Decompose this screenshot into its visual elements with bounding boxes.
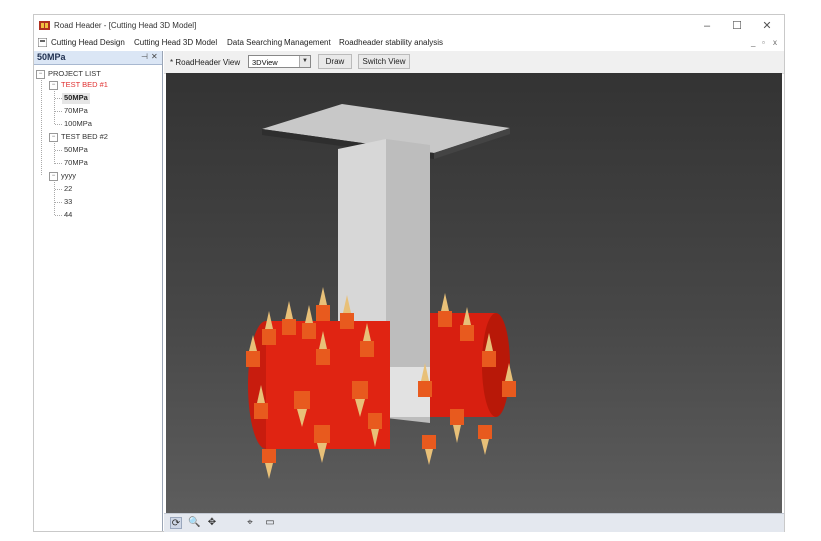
tree-project-test-bed-1[interactable]: − TEST BED #1 xyxy=(49,80,108,91)
mdi-close-button[interactable]: x xyxy=(773,38,777,47)
roadheader-view-label: * RoadHeader View xyxy=(170,58,241,67)
mdi-minimize-button[interactable]: _ xyxy=(751,38,755,47)
panel-header: 50MPa ⊣ ✕ xyxy=(34,51,162,65)
tree-item-70mpa[interactable]: 70MPa xyxy=(64,106,88,117)
view-select[interactable]: 3DView ▼ xyxy=(248,55,311,68)
window-title: Road Header - [Cutting Head 3D Model] xyxy=(54,21,197,30)
project-panel: 50MPa ⊣ ✕ − PROJECT LIST − TEST BED #1 50M… xyxy=(34,51,163,531)
view-tools-bar: ⟳ 🔍 ✥ ⌖ ▭ xyxy=(164,513,784,532)
tree-item-44[interactable]: 44 xyxy=(64,210,72,221)
tree-project-test-bed-2[interactable]: − TEST BED #2 xyxy=(49,132,108,143)
tree-root[interactable]: − PROJECT LIST xyxy=(36,69,101,80)
tree-item-50mpa[interactable]: 50MPa xyxy=(62,93,90,104)
tree-item-22[interactable]: 22 xyxy=(64,184,72,195)
cutting-head-model xyxy=(246,104,516,479)
tree-project-yyyy[interactable]: − yyyy xyxy=(49,171,76,182)
chevron-down-icon[interactable]: ▼ xyxy=(299,56,310,67)
panel-close-button[interactable]: ✕ xyxy=(151,52,158,61)
menu-roadheader-stability[interactable]: Roadheader stability analysis xyxy=(339,38,443,47)
collapse-icon[interactable]: − xyxy=(49,80,58,90)
crosshair-icon[interactable]: ⌖ xyxy=(244,517,256,529)
close-button[interactable]: ✕ xyxy=(754,17,780,35)
tree-item-70mpa[interactable]: 70MPa xyxy=(64,158,88,169)
menu-management[interactable]: Management xyxy=(284,38,331,47)
title-bar: Road Header - [Cutting Head 3D Model] – … xyxy=(34,15,784,37)
view-toolbar: * RoadHeader View 3DView ▼ Draw Switch V… xyxy=(164,51,784,74)
tree-item-100mpa[interactable]: 100MPa xyxy=(64,119,92,130)
menu-cutting-head-3d-model[interactable]: Cutting Head 3D Model xyxy=(134,38,217,47)
collapse-icon[interactable]: − xyxy=(49,132,58,142)
tree-item-33[interactable]: 33 xyxy=(64,197,72,208)
draw-button[interactable]: Draw xyxy=(318,54,352,69)
rotate-icon[interactable]: ⟳ xyxy=(170,517,182,529)
pan-icon[interactable]: ✥ xyxy=(206,517,218,529)
main-window: Road Header - [Cutting Head 3D Model] – … xyxy=(33,14,785,532)
minimize-button[interactable]: – xyxy=(694,17,720,35)
3d-viewport[interactable] xyxy=(166,73,782,513)
view-select-value: 3DView xyxy=(252,58,278,67)
tree-item-50mpa[interactable]: 50MPa xyxy=(64,145,88,156)
mdi-restore-button[interactable]: ▫ xyxy=(762,38,765,47)
collapse-icon[interactable]: − xyxy=(36,69,45,79)
mdi-app-icon[interactable] xyxy=(38,38,47,47)
document-area: * RoadHeader View 3DView ▼ Draw Switch V… xyxy=(164,51,784,532)
zoom-icon[interactable]: 🔍 xyxy=(188,517,200,529)
pin-icon[interactable]: ⊣ xyxy=(141,52,148,61)
menu-bar: Cutting Head Design Cutting Head 3D Mode… xyxy=(34,37,784,50)
rectangle-icon[interactable]: ▭ xyxy=(264,517,276,529)
app-icon xyxy=(39,21,50,30)
menu-data-searching[interactable]: Data Searching xyxy=(227,38,282,47)
collapse-icon[interactable]: − xyxy=(49,171,58,181)
maximize-button[interactable]: ☐ xyxy=(724,17,750,35)
switch-view-button[interactable]: Switch View xyxy=(358,54,410,69)
panel-title: 50MPa xyxy=(37,52,66,62)
menu-cutting-head-design[interactable]: Cutting Head Design xyxy=(51,38,125,47)
